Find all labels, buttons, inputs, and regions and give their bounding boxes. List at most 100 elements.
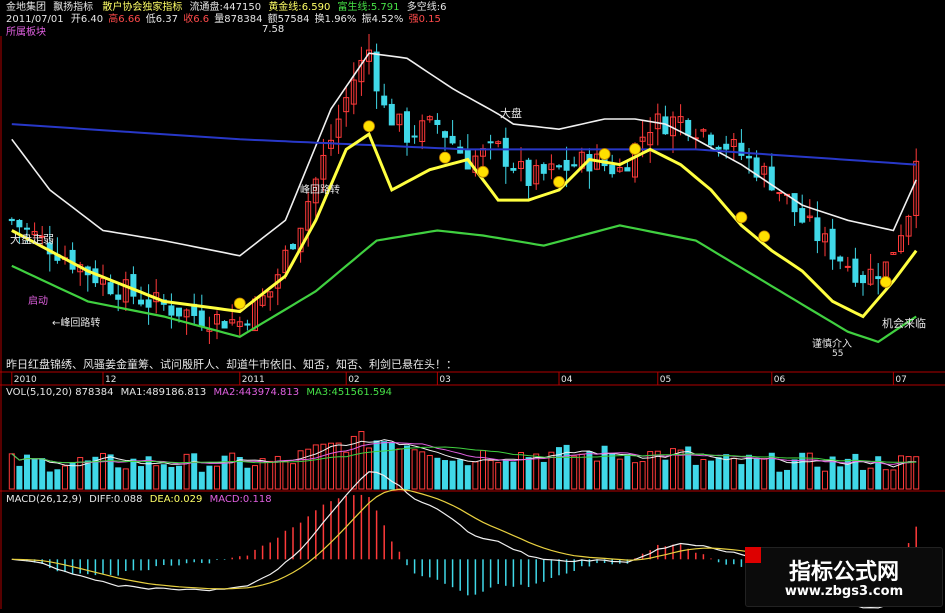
candle-body — [8, 218, 15, 222]
candle-body — [442, 131, 448, 138]
candle-body — [373, 51, 380, 92]
volume-bar — [761, 458, 768, 490]
volume-bar — [791, 459, 798, 490]
volume-bar — [776, 471, 783, 490]
time-tick-label-4: 03 — [439, 375, 451, 385]
volume-bar — [31, 458, 38, 490]
candle-body — [685, 119, 692, 136]
volume-bar — [183, 453, 190, 490]
volume-bar — [662, 459, 669, 490]
amplitude-label: 振 — [361, 14, 372, 25]
opportunity-label: 机会来临 — [882, 317, 926, 330]
volume-bar — [328, 442, 334, 490]
volume-bar — [426, 455, 433, 490]
watermark-box: 指标公式网 www.zbgs3.com — [745, 547, 943, 607]
volume-bar — [525, 457, 532, 490]
time-tick-label-8: 07 — [895, 375, 907, 385]
volume-bar — [267, 460, 274, 490]
volume-bar — [290, 463, 296, 490]
start-label: 启动 — [28, 296, 48, 307]
volume-bar — [107, 454, 114, 490]
macd-prefix: MACD(26,12,9) — [6, 494, 82, 505]
volume-bar — [784, 469, 790, 490]
volume-bar — [252, 465, 258, 490]
vol-current: 878384 — [75, 387, 114, 398]
volume-bar — [692, 464, 699, 490]
volume-bar — [297, 450, 304, 490]
volume-bar — [373, 440, 380, 490]
volume-bar — [746, 454, 752, 490]
candle-body — [16, 219, 23, 228]
blue-trend-line — [11, 123, 917, 166]
float-value: 447150 — [222, 2, 262, 13]
candle-body — [708, 134, 714, 146]
stock-name: 金地集团 — [6, 2, 46, 13]
candle-body — [198, 310, 205, 327]
volume-bar — [578, 453, 585, 490]
candle-body — [107, 282, 114, 295]
macd-diff: DIFF:0.088 — [89, 494, 143, 505]
volume-bar — [457, 459, 464, 490]
candle-body — [434, 119, 441, 125]
low-mark-label: 55 — [832, 349, 844, 359]
high-label: 高 — [108, 14, 119, 25]
volume-bar — [540, 461, 547, 490]
peak-price-label: 7.58 — [262, 24, 285, 35]
close-value: 6.6 — [193, 14, 210, 25]
candle-body — [875, 276, 882, 280]
smiley-icon — [735, 211, 748, 224]
macd-header: MACD(26,12,9) DIFF:0.088 DEA:0.029 MACD:… — [6, 494, 272, 506]
volume-bar — [753, 457, 760, 490]
smiley-icon — [598, 148, 611, 160]
time-tick-label-6: 05 — [659, 375, 672, 385]
volume-bar — [381, 441, 388, 490]
volume-bar — [510, 461, 517, 490]
amplitude-value: 4.52% — [371, 14, 404, 25]
yellow-signal-line — [11, 131, 918, 319]
volume-bar — [62, 465, 68, 490]
volume-bar — [335, 442, 342, 490]
watermark-url: www.zbgs3.com — [784, 584, 904, 599]
candle-body — [510, 168, 517, 171]
quote-date: 2011/07/01 — [6, 14, 64, 25]
volume-bar — [115, 467, 122, 490]
time-tick-label-5: 04 — [561, 375, 573, 385]
header-line-2: 2011/07/01 开6.40 高6.66 低6.37 收6.6 量87838… — [6, 14, 441, 26]
volume-bar — [419, 451, 426, 490]
volume-bar — [396, 448, 403, 490]
volume-bar — [685, 446, 692, 490]
candle-body — [145, 299, 152, 308]
volume-bar — [434, 457, 441, 490]
volume-bar — [867, 467, 874, 490]
candle-body — [829, 228, 836, 260]
gold-label: 黄金线: — [268, 2, 302, 13]
volume-bar — [487, 460, 494, 490]
time-tick-label-3: 02 — [348, 375, 360, 385]
turnover-value: 1.96% — [324, 14, 357, 25]
volume-bar — [472, 461, 479, 490]
indicator-name: 飘扬指标 — [53, 2, 94, 13]
candle-body — [814, 217, 821, 242]
volume-bar — [214, 465, 220, 490]
volume-bar — [198, 471, 205, 490]
smiley-icon — [439, 151, 451, 164]
weak-market-label: 大盘走弱 — [10, 233, 54, 246]
volume-bar — [229, 452, 236, 490]
volume-bar — [594, 460, 600, 490]
chart-stage: 金地集团 飘扬指标 散户协会独家指标 流通盘:447150 黄金线:6.590 … — [0, 0, 945, 609]
candle-body — [388, 103, 395, 126]
volume-bar — [700, 458, 707, 490]
volume-header: VOL(5,10,20) 878384 MA1:489186.813 MA2:4… — [6, 387, 392, 399]
poem-text: 昨日红盘锦绣、风骚姜金童筹、试问殷肝人、却道牛市依旧、知否，知否、利剑已悬在头！… — [6, 358, 457, 371]
indicator-note: 散户协会独家指标 — [102, 2, 183, 13]
volume-bar — [677, 449, 684, 490]
sector-link[interactable]: 所属板块 — [6, 27, 46, 39]
stock-chart-svg — [0, 34, 945, 609]
candle-body — [746, 155, 752, 159]
smiley-icon — [629, 143, 641, 155]
reverse-label-left: ←峰回路转 — [52, 318, 101, 329]
volume-bar — [852, 453, 859, 490]
gold-value: 6.590 — [301, 2, 331, 13]
volume-bar — [221, 455, 228, 490]
candle-body — [609, 164, 616, 175]
